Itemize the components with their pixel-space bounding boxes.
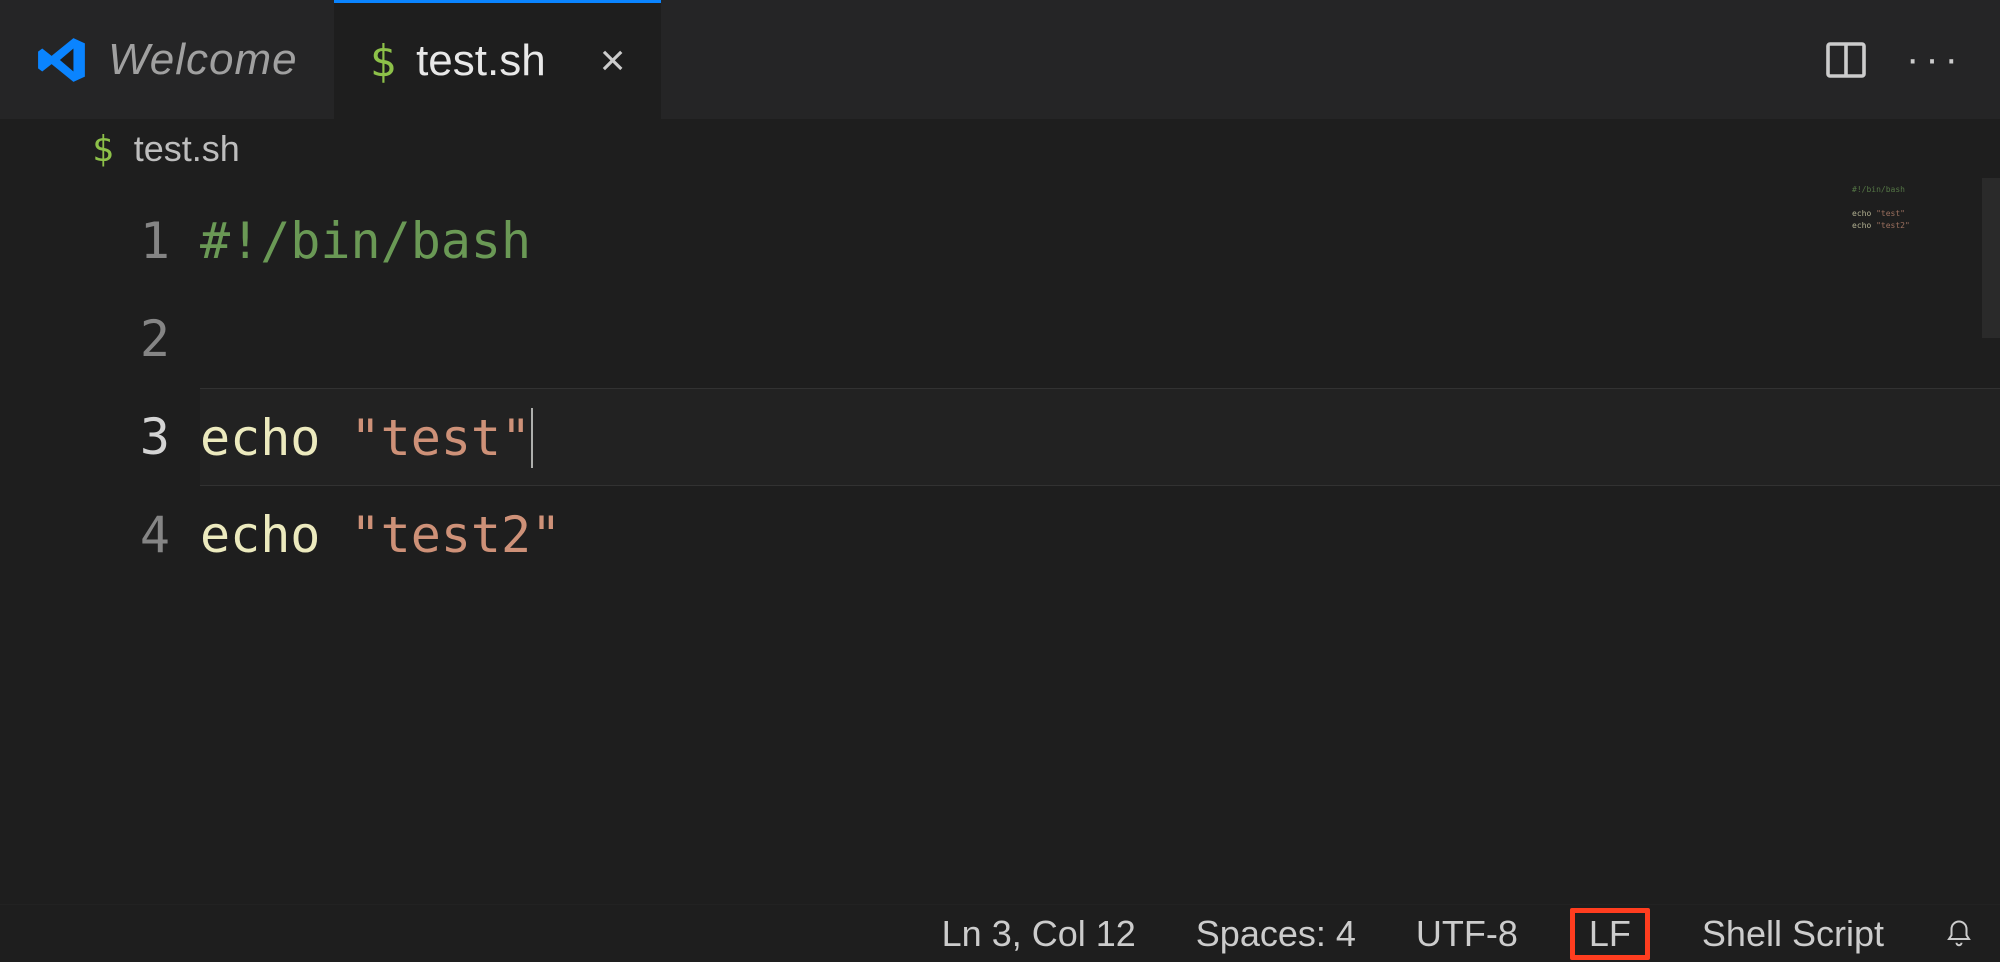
status-eol[interactable]: LF: [1570, 908, 1650, 960]
shell-file-icon: $: [92, 129, 114, 170]
scrollbar-thumb[interactable]: [1982, 178, 2000, 338]
status-encoding[interactable]: UTF-8: [1408, 909, 1526, 959]
status-bar: Ln 3, Col 12 Spaces: 4 UTF-8 LF Shell Sc…: [0, 904, 2000, 962]
split-editor-icon[interactable]: [1822, 36, 1870, 84]
shell-file-icon: $: [370, 36, 397, 87]
code-line[interactable]: echo "test2": [200, 486, 2000, 584]
line-number: 4: [0, 486, 200, 584]
line-number: 1: [0, 192, 200, 290]
tab-bar-actions: ···: [1822, 36, 2000, 84]
line-number: 3: [0, 388, 200, 486]
breadcrumb-file-name: test.sh: [134, 128, 240, 170]
text-cursor: [531, 408, 533, 468]
line-number-gutter: 1 2 3 4: [0, 178, 200, 904]
tab-welcome-label: Welcome: [108, 35, 298, 85]
vscode-logo-icon: [36, 34, 88, 86]
breadcrumb[interactable]: $ test.sh: [0, 120, 2000, 178]
tab-welcome[interactable]: Welcome: [0, 0, 334, 119]
status-indentation[interactable]: Spaces: 4: [1188, 909, 1364, 959]
status-cursor-position[interactable]: Ln 3, Col 12: [934, 909, 1144, 959]
code-line[interactable]: #!/bin/bash: [200, 192, 2000, 290]
notifications-icon[interactable]: [1936, 915, 1982, 953]
code-area[interactable]: #!/bin/bash echo "test" echo "test2": [200, 178, 2000, 904]
code-line[interactable]: [200, 290, 2000, 388]
tab-active-label: test.sh: [416, 36, 546, 86]
line-number: 2: [0, 290, 200, 388]
editor[interactable]: 1 2 3 4 #!/bin/bash echo "test" echo "te…: [0, 178, 2000, 904]
minimap[interactable]: #!/bin/bash echo "test" echo "test2": [1852, 184, 1972, 232]
more-actions-icon[interactable]: ···: [1906, 37, 1964, 82]
tab-test-sh[interactable]: $ test.sh ×: [334, 0, 662, 119]
code-line[interactable]: echo "test": [200, 388, 2000, 486]
status-language-mode[interactable]: Shell Script: [1694, 909, 1892, 959]
close-icon[interactable]: ×: [600, 36, 626, 86]
tab-bar: Welcome $ test.sh × ···: [0, 0, 2000, 120]
